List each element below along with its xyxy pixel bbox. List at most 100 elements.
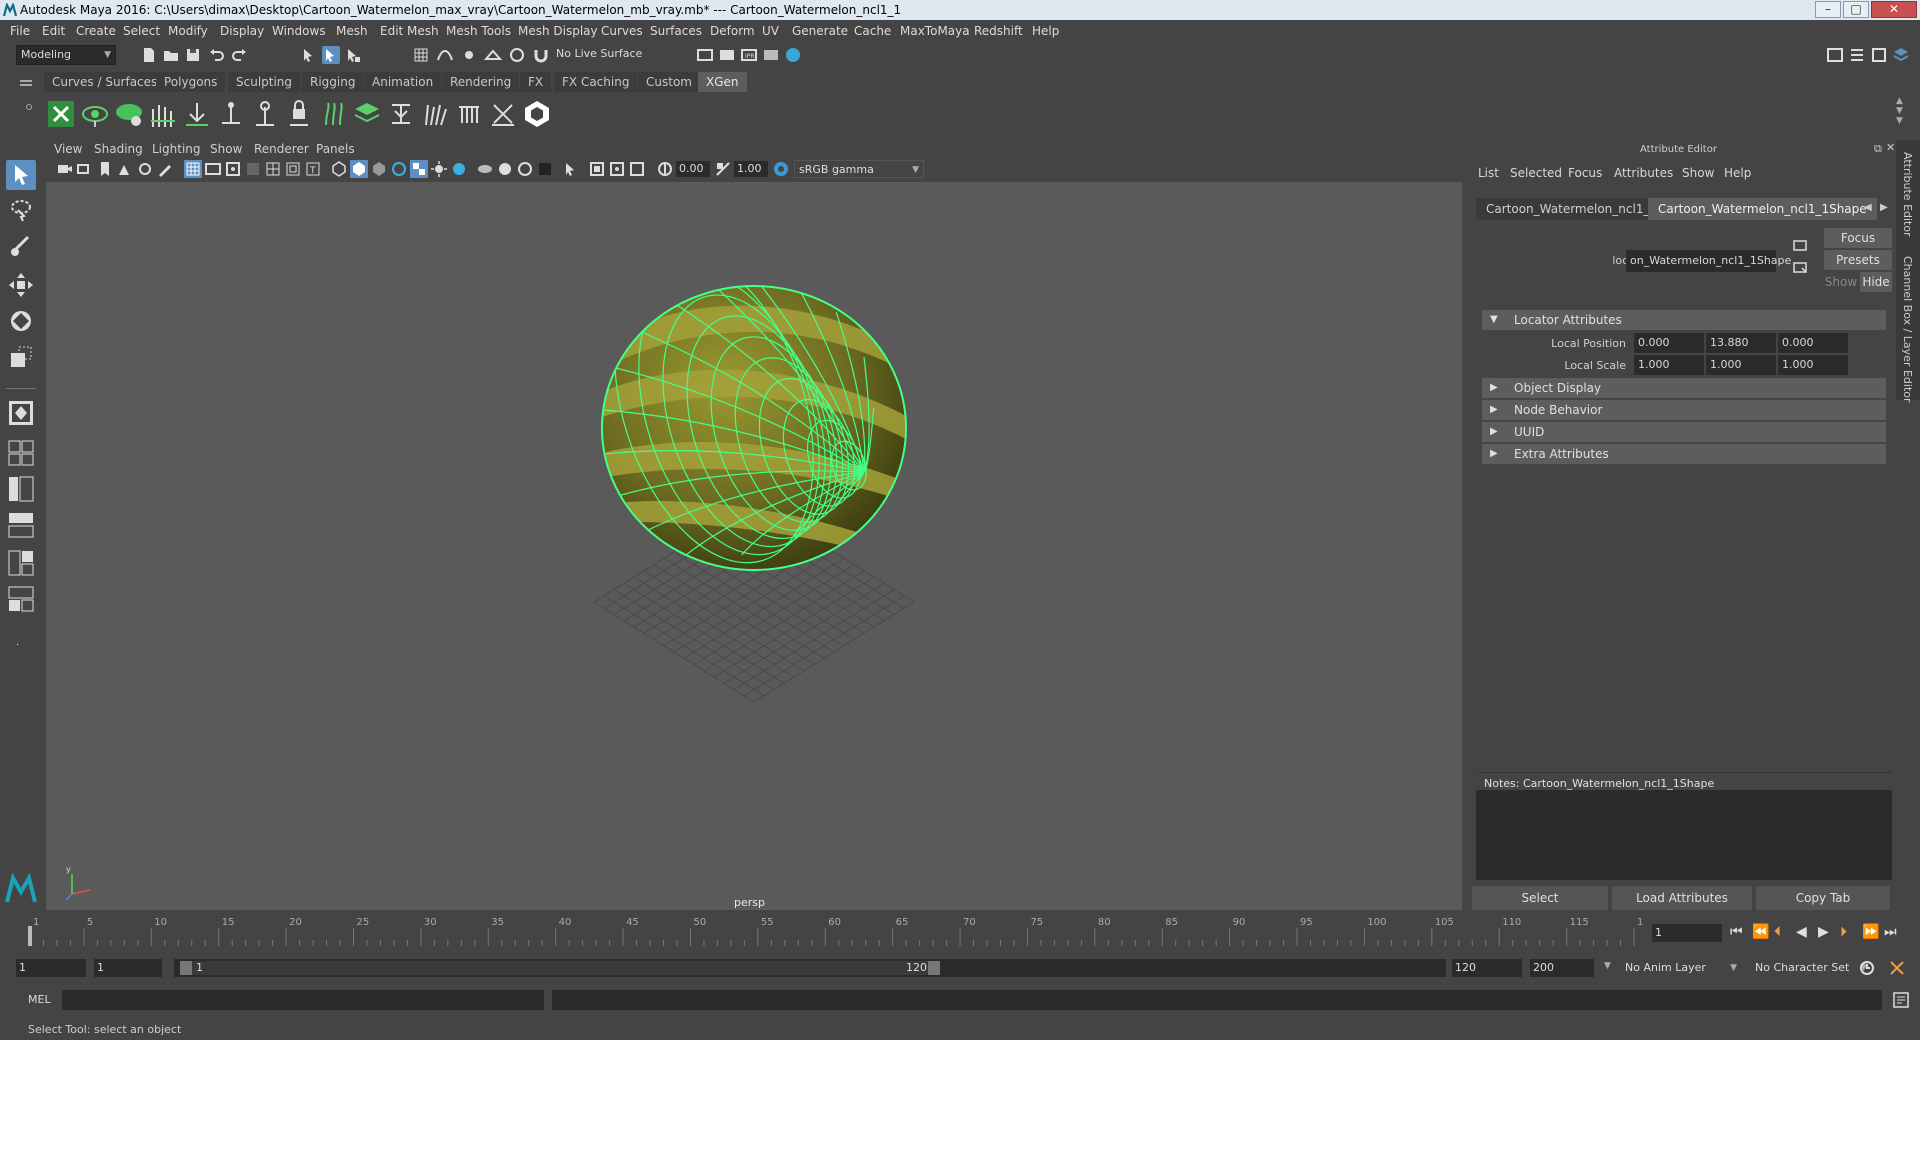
time-slider[interactable]: 1 5 10 15 20 25 30 35 40 45 50 55 60 65 70 75 80 85 90 95 10…: [24, 914, 1644, 946]
range-slider-bar[interactable]: [180, 961, 940, 975]
section-uuid[interactable]: ▶ UUID: [1482, 422, 1886, 442]
shelf-menu-icon[interactable]: [20, 80, 32, 82]
close-panel-icon[interactable]: ✕: [1886, 141, 1895, 154]
xgen-length-icon[interactable]: [250, 99, 280, 129]
new-scene-icon[interactable]: [140, 46, 158, 64]
close-icon[interactable]: ✕: [1871, 1, 1917, 18]
ae-menu-selected[interactable]: Selected: [1510, 166, 1562, 180]
playback-end-field[interactable]: 120: [1452, 959, 1522, 977]
script-editor-icon[interactable]: [1892, 991, 1910, 1009]
menu-edit-mesh[interactable]: Edit Mesh: [380, 23, 439, 39]
xray-joints-icon[interactable]: [608, 160, 626, 178]
shelf-tab-xgen[interactable]: XGen: [698, 72, 747, 92]
xgen-cut-icon[interactable]: [488, 99, 518, 129]
safe-action-icon[interactable]: [284, 160, 302, 178]
save-scene-icon[interactable]: [184, 46, 202, 64]
shelf-tab-fx[interactable]: FX: [520, 72, 552, 92]
image-plane-icon[interactable]: [116, 160, 134, 178]
ae-menu-attributes[interactable]: Attributes: [1614, 166, 1673, 180]
select-hierarchy-icon[interactable]: [300, 46, 318, 64]
command-input[interactable]: [62, 990, 544, 1010]
menu-mesh[interactable]: Mesh: [336, 23, 368, 39]
shelf-tab-custom[interactable]: Custom: [638, 72, 700, 92]
ae-menu-list[interactable]: List: [1478, 166, 1499, 180]
go-to-end-icon[interactable]: ⏭: [1884, 924, 1897, 940]
xgen-groom-icon[interactable]: [420, 99, 450, 129]
snap-curve-icon[interactable]: [436, 46, 454, 64]
section-extra-attributes[interactable]: ▶ Extra Attributes: [1482, 444, 1886, 464]
lasso-tool-icon[interactable]: [6, 196, 36, 226]
shelf-tab-rigging[interactable]: Rigging: [302, 72, 364, 92]
local-position-z[interactable]: 0.000: [1778, 333, 1848, 353]
render-frame-icon[interactable]: [718, 46, 736, 64]
bookmark-icon[interactable]: [96, 160, 114, 178]
shelf-tab-polygons[interactable]: Polygons: [156, 72, 226, 92]
xgen-bend-icon[interactable]: [318, 99, 348, 129]
xgen-lock-length-icon[interactable]: [284, 99, 314, 129]
depth-of-field-icon[interactable]: [536, 160, 554, 178]
menu-maxtomaya[interactable]: MaxToMaya: [900, 23, 970, 39]
xgen-add-guide-icon[interactable]: [182, 99, 212, 129]
select-object-icon[interactable]: [322, 46, 340, 64]
textured-icon[interactable]: [410, 160, 428, 178]
ae-menu-focus[interactable]: Focus: [1568, 166, 1602, 180]
isolate-select-icon[interactable]: [562, 160, 580, 178]
perspective-viewport[interactable]: y persp: [46, 182, 1462, 910]
menu-generate[interactable]: Generate: [792, 23, 848, 39]
xgen-comb-icon[interactable]: [454, 99, 484, 129]
menu-select[interactable]: Select: [123, 23, 160, 39]
show-button[interactable]: Show: [1824, 272, 1858, 292]
ae-tab-prev-icon[interactable]: ◀: [1864, 202, 1872, 213]
menu-windows[interactable]: Windows: [272, 23, 326, 39]
snap-grid-icon[interactable]: [412, 46, 430, 64]
menu-create[interactable]: Create: [76, 23, 116, 39]
viewport-menu-renderer[interactable]: Renderer: [254, 142, 309, 156]
menu-curves[interactable]: Curves: [601, 23, 643, 39]
modeling-toolkit-icon[interactable]: [1826, 46, 1844, 64]
shelf-tab-curves-surfaces[interactable]: Curves / Surfaces: [44, 72, 166, 92]
playback-start-field[interactable]: 1: [94, 959, 162, 977]
open-scene-icon[interactable]: [162, 46, 180, 64]
menu-edit[interactable]: Edit: [42, 23, 65, 39]
xgen-create-description-icon[interactable]: [114, 99, 144, 129]
hypershade-icon[interactable]: [784, 46, 802, 64]
current-frame-field[interactable]: 1: [1652, 924, 1722, 942]
ipr-render-icon[interactable]: IPR: [740, 46, 758, 64]
step-back-frame-icon[interactable]: ⏴: [1774, 924, 1781, 940]
shelf-tab-sculpting[interactable]: Sculpting: [228, 72, 301, 92]
copy-tab-button[interactable]: Copy Tab: [1756, 886, 1890, 910]
film-gate-icon[interactable]: [204, 160, 222, 178]
wireframe-icon[interactable]: [330, 160, 348, 178]
xgen-preview-icon[interactable]: [80, 99, 110, 129]
chevron-down-icon[interactable]: ▼: [1604, 961, 1611, 971]
shelf-tab-fx-caching[interactable]: FX Caching: [554, 72, 638, 92]
color-space-dropdown[interactable]: sRGB gamma ▼: [794, 160, 924, 178]
local-position-x[interactable]: 0.000: [1634, 333, 1704, 353]
xgen-hex-icon[interactable]: [522, 99, 552, 129]
current-frame-marker[interactable]: [28, 926, 32, 946]
ae-tab-next-icon[interactable]: ▶: [1880, 202, 1888, 213]
render-settings-icon[interactable]: [696, 46, 714, 64]
step-back-key-icon[interactable]: ⏪: [1752, 924, 1769, 940]
menu-redshift[interactable]: Redshift: [974, 23, 1023, 39]
side-tab-attribute-editor[interactable]: Attribute Editor: [1901, 152, 1914, 237]
range-slider-end-handle[interactable]: [928, 961, 940, 975]
xgen-sculpt-guides-icon[interactable]: [216, 99, 246, 129]
gamma-field[interactable]: 1.00: [734, 161, 768, 177]
range-slider-start-handle[interactable]: [180, 961, 192, 975]
smooth-shade-icon[interactable]: [350, 160, 368, 178]
paint-select-tool-icon[interactable]: [6, 232, 36, 262]
viewport-scene[interactable]: y: [46, 182, 1462, 910]
wireframe-on-shaded-icon[interactable]: [390, 160, 408, 178]
2d-pan-zoom-icon[interactable]: [136, 160, 154, 178]
xgen-convert-icon[interactable]: [386, 99, 416, 129]
camera-attributes-icon[interactable]: [76, 160, 94, 178]
menu-display[interactable]: Display: [220, 23, 264, 39]
persp-graph-layout-icon[interactable]: [6, 510, 36, 540]
ae-tab-transform[interactable]: Cartoon_Watermelon_ncl1_1: [1476, 198, 1668, 220]
exposure-field[interactable]: 0.00: [676, 161, 710, 177]
single-perspective-view-icon[interactable]: [6, 398, 36, 428]
gamma-icon[interactable]: [714, 160, 732, 178]
local-scale-x[interactable]: 1.000: [1634, 355, 1704, 375]
safe-title-icon[interactable]: T: [304, 160, 322, 178]
